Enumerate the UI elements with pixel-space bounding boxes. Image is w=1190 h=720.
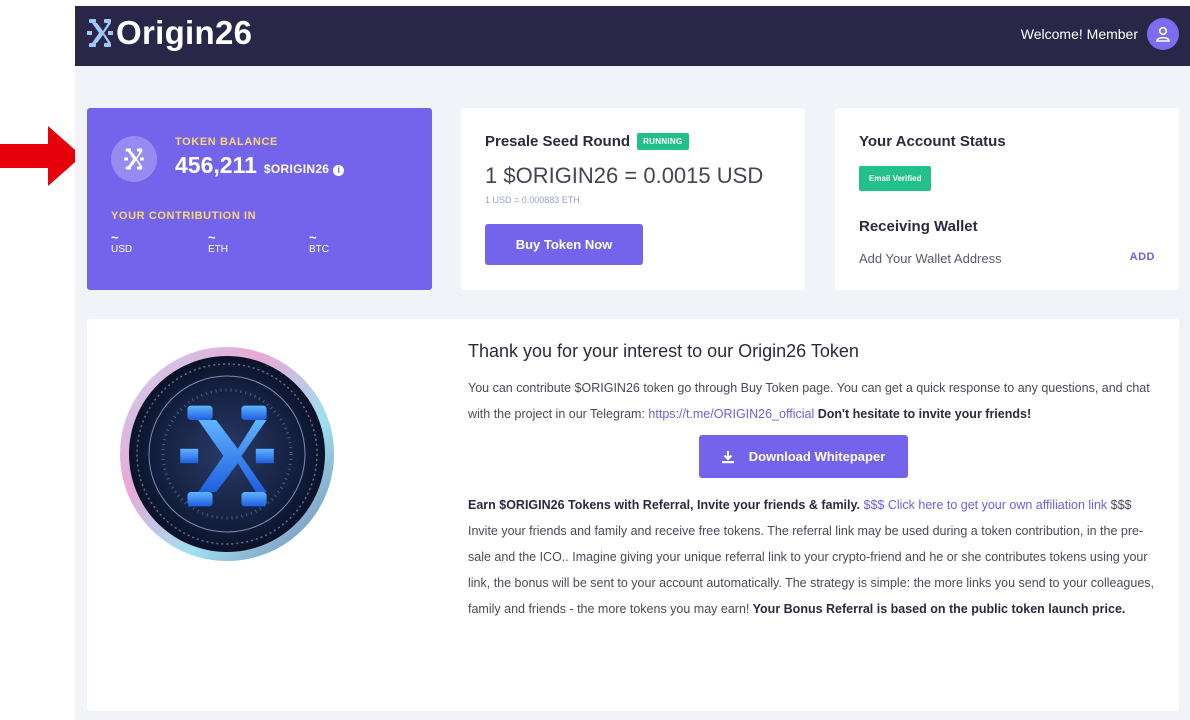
contribution-currency: BTC (309, 244, 329, 255)
contribution-currency: USD (111, 244, 133, 255)
token-price: 1 $ORIGIN26 = 0.0015 USD (485, 163, 764, 188)
token-logo-icon (111, 136, 157, 182)
token-unit: $ORIGIN26 (263, 162, 330, 176)
info-content: Thank you for your interest to our Origi… (468, 341, 1158, 622)
referral-heading: Earn $ORIGIN26 Tokens with Referral, Inv… (468, 492, 1158, 518)
token-balance-label: TOKEN BALANCE (175, 136, 278, 148)
referral-heading-tail: $$$ (1107, 498, 1132, 512)
add-wallet-link[interactable]: ADD (1130, 251, 1155, 263)
bonus-referral-text: Your Bonus Referral is based on the publ… (749, 602, 1126, 616)
contribution-value: ~ (208, 230, 216, 245)
contribution-currency: ETH (208, 244, 228, 255)
contribute-paragraph: You can contribute $ORIGIN26 token go th… (468, 375, 1158, 427)
buy-token-button[interactable]: Buy Token Now (485, 224, 643, 265)
invite-friends-text: Don't hesitate to invite your friends! (814, 407, 1032, 421)
referral-paragraph: Invite your friends and family and recei… (468, 518, 1158, 622)
token-balance-value: 456,211 (175, 152, 257, 178)
info-title: Thank you for your interest to our Origi… (468, 341, 859, 361)
welcome-text: Welcome! Member (1020, 26, 1138, 42)
download-whitepaper-button[interactable]: Download Whitepaper (698, 435, 908, 478)
account-status-card: Your Account Status Email Verified Recei… (835, 108, 1179, 290)
presale-card: Presale Seed Round RUNNING 1 $ORIGIN26 =… (461, 108, 805, 290)
telegram-link[interactable]: https://t.me/ORIGIN26_official (648, 407, 814, 421)
info-icon[interactable]: i (333, 164, 345, 176)
contribution-value: ~ (309, 230, 317, 245)
top-navbar: Origin26 Welcome! Member (75, 6, 1190, 66)
email-verified-badge: Email Verified (859, 166, 932, 191)
presale-title-row: Presale Seed Round RUNNING (485, 133, 689, 150)
download-wrap: Download Whitepaper (468, 435, 1158, 478)
contribution-eth: ~ ETH (208, 230, 228, 255)
receiving-wallet-title: Receiving Wallet (859, 218, 978, 235)
wallet-address-prompt: Add Your Wallet Address (859, 251, 1002, 266)
contribution-value: ~ (111, 230, 119, 245)
contribution-usd: ~ USD (111, 230, 133, 255)
contribution-label: YOUR CONTRIBUTION IN (111, 210, 257, 222)
token-balance-card: TOKEN BALANCE 456,211 $ORIGIN26 i YOUR C… (87, 108, 432, 290)
download-icon (721, 450, 734, 463)
brand-logo[interactable]: Origin26 (87, 14, 252, 52)
referral-heading-text: Earn $ORIGIN26 Tokens with Referral, Inv… (468, 498, 861, 512)
brand-name: Origin26 (116, 14, 253, 51)
screenshot: Origin26 Welcome! Member TOKEN BALANCE 4… (0, 0, 1190, 720)
account-status-title: Your Account Status (859, 133, 1006, 150)
token-price-eth: 1 USD = 0.000883 ETH (485, 195, 580, 205)
user-avatar-icon (1156, 26, 1170, 42)
dashboard-page: Origin26 Welcome! Member TOKEN BALANCE 4… (75, 6, 1190, 720)
coin-image (120, 347, 334, 561)
running-badge: RUNNING (637, 133, 689, 150)
affiliation-link[interactable]: $$$ Click here to get your own affiliati… (860, 498, 1107, 512)
origin26-logo-icon (87, 19, 113, 47)
presale-title: Presale Seed Round (485, 133, 631, 150)
download-whitepaper-label: Download Whitepaper (748, 449, 886, 464)
red-arrow-annotation (0, 126, 82, 186)
contribution-btc: ~ BTC (309, 230, 329, 255)
token-balance-value-row: 456,211 $ORIGIN26 i (175, 152, 345, 179)
user-avatar-button[interactable] (1147, 18, 1179, 50)
info-card: Thank you for your interest to our Origi… (87, 319, 1179, 711)
